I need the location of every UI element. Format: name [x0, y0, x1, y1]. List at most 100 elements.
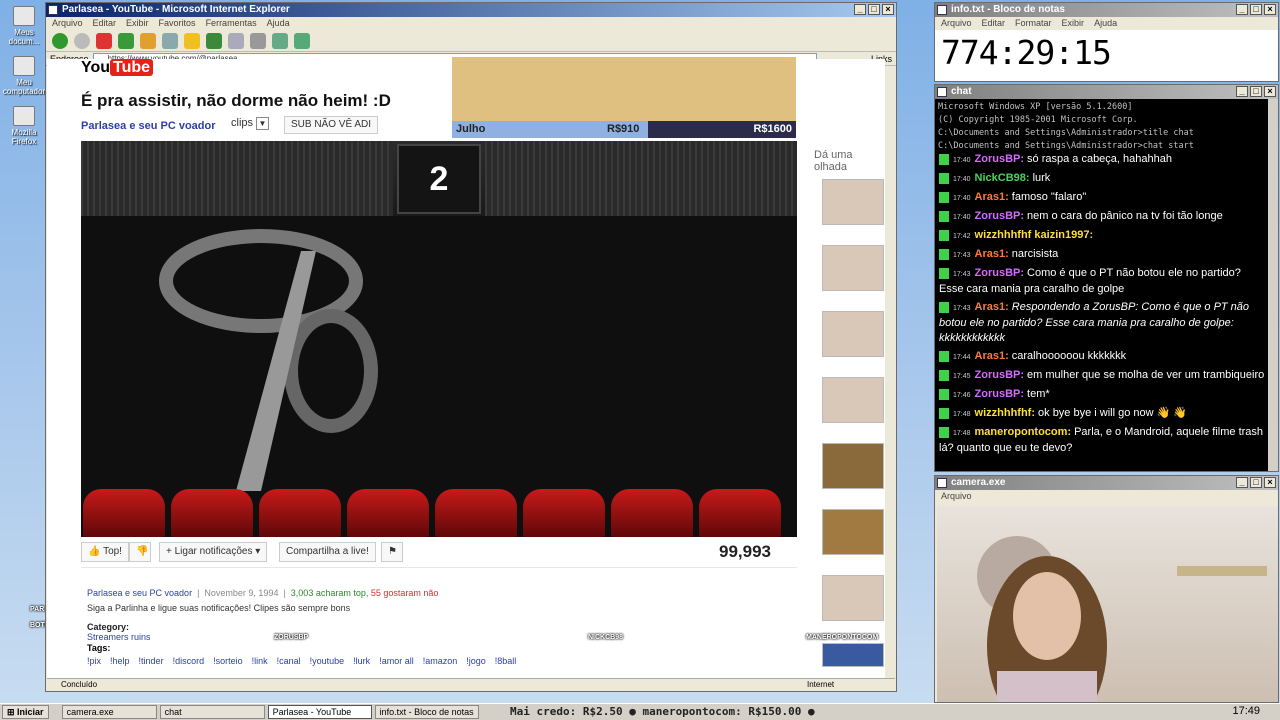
taskbar-item-ie[interactable]: Parlasea - YouTube: [267, 705, 372, 719]
minimize-button[interactable]: _: [1236, 4, 1248, 15]
chat-titlebar[interactable]: chat _ □ ×: [935, 85, 1278, 99]
notepad-titlebar[interactable]: info.txt - Bloco de notas _ □ ×: [935, 3, 1278, 17]
tag-link[interactable]: !youtube: [310, 656, 345, 666]
subscribe-button[interactable]: SUB NÃO VÊ ADI: [284, 116, 379, 134]
favorites-icon[interactable]: [184, 32, 200, 49]
close-button[interactable]: ×: [1264, 477, 1276, 488]
maximize-button[interactable]: □: [1250, 477, 1262, 488]
menu-editar[interactable]: Editar: [93, 17, 117, 30]
channel-link[interactable]: Parlasea e seu PC voador: [81, 120, 216, 132]
related-thumbnail[interactable]: [822, 643, 884, 667]
forward-icon[interactable]: [74, 32, 90, 49]
messenger-icon[interactable]: [294, 32, 310, 49]
home-icon[interactable]: [140, 32, 156, 49]
maximize-button[interactable]: □: [1250, 4, 1262, 15]
tag-link[interactable]: !link: [252, 656, 268, 666]
tag-link[interactable]: !sorteio: [213, 656, 243, 666]
desktop-icon-firefox[interactable]: Mozilla Firefox: [2, 106, 46, 146]
tag-link[interactable]: !lurk: [353, 656, 370, 666]
related-thumbnail[interactable]: [822, 245, 884, 291]
chat-scrollbar[interactable]: [1268, 99, 1278, 471]
chat-message: 17:45 ZorusBP: em mulher que se molha de v…: [937, 368, 1267, 384]
ie-titlebar[interactable]: Parlasea - YouTube - Microsoft Internet …: [46, 3, 896, 17]
close-button[interactable]: ×: [882, 4, 894, 15]
taskbar-item-camera[interactable]: camera.exe: [61, 705, 157, 719]
chat-username[interactable]: Aras1:: [975, 350, 1009, 362]
menu-editar[interactable]: Editar: [982, 17, 1006, 30]
chat-text: tem*: [1027, 388, 1050, 400]
taskbar-item-chat[interactable]: chat: [159, 705, 265, 719]
search-icon[interactable]: [162, 32, 178, 49]
related-thumbnail[interactable]: [822, 311, 884, 357]
tag-link[interactable]: !8ball: [495, 656, 517, 666]
mail-icon[interactable]: [228, 32, 244, 49]
close-button[interactable]: ×: [1264, 4, 1276, 15]
refresh-icon[interactable]: [118, 32, 134, 49]
menu-exibir[interactable]: Exibir: [1062, 17, 1085, 30]
chat-username[interactable]: ZorusBP:: [975, 153, 1025, 165]
related-thumbnail[interactable]: [822, 575, 884, 621]
chat-text: nem o cara do pânico na tv foi tão longe: [1027, 210, 1223, 222]
close-button[interactable]: ×: [1264, 86, 1276, 97]
related-thumbnail[interactable]: [822, 443, 884, 489]
chat-username[interactable]: maneropontocom:: [975, 426, 1072, 438]
chat-username[interactable]: Aras1:: [975, 301, 1009, 313]
related-thumbnail[interactable]: [822, 509, 884, 555]
chat-username[interactable]: ZorusBP:: [975, 267, 1025, 279]
minimize-button[interactable]: _: [1236, 477, 1248, 488]
maximize-button[interactable]: □: [1250, 86, 1262, 97]
meta-channel[interactable]: Parlasea e seu PC voador: [87, 588, 192, 598]
chat-username[interactable]: wizzhhhfhf kaizin1997:: [975, 229, 1094, 241]
menu-ajuda[interactable]: Ajuda: [1094, 17, 1117, 30]
desktop-icon-documents[interactable]: Meus docum...: [2, 6, 46, 46]
flag-button[interactable]: ⚑: [381, 542, 403, 562]
chat-username[interactable]: ZorusBP:: [975, 388, 1025, 400]
menu-arquivo[interactable]: Arquivo: [52, 17, 83, 30]
chat-username[interactable]: Aras1:: [975, 191, 1009, 203]
tag-link[interactable]: !jogo: [466, 656, 486, 666]
minimize-button[interactable]: _: [1236, 86, 1248, 97]
youtube-logo[interactable]: You Tube: [81, 59, 161, 79]
edit-icon[interactable]: [272, 32, 288, 49]
stop-icon[interactable]: [96, 32, 112, 49]
tag-link[interactable]: !discord: [173, 656, 205, 666]
related-thumbnail[interactable]: [822, 179, 884, 225]
print-icon[interactable]: [250, 32, 266, 49]
video-actions: 👍 Top! 👎 + Ligar notificações ▾ Comparti…: [81, 540, 797, 564]
share-button[interactable]: Compartilha a live!: [279, 542, 376, 562]
video-player[interactable]: 2: [81, 141, 797, 537]
notify-button[interactable]: + Ligar notificações ▾: [159, 542, 268, 562]
tag-link[interactable]: !pix: [87, 656, 101, 666]
start-button[interactable]: ⊞ Iniciar: [2, 705, 49, 719]
history-icon[interactable]: [206, 32, 222, 49]
menu-formatar[interactable]: Formatar: [1015, 17, 1052, 30]
minimize-button[interactable]: _: [854, 4, 866, 15]
tag-link[interactable]: !tinder: [139, 656, 164, 666]
chat-username[interactable]: wizzhhhfhf:: [975, 407, 1035, 419]
dislike-button[interactable]: 👎: [129, 542, 151, 562]
category-link[interactable]: Streamers ruins: [87, 632, 151, 642]
chat-username[interactable]: ZorusBP:: [975, 210, 1025, 222]
tag-link[interactable]: !canal: [277, 656, 301, 666]
maximize-button[interactable]: □: [868, 4, 880, 15]
tag-link[interactable]: !amazon: [423, 656, 458, 666]
chat-username[interactable]: ZorusBP:: [975, 369, 1025, 381]
chat-username[interactable]: Aras1:: [975, 248, 1009, 260]
menu-arquivo[interactable]: Arquivo: [941, 17, 972, 30]
chat-message: 17:43 ZorusBP: Como é que o PT não botou e…: [937, 266, 1267, 297]
taskbar-item-notepad[interactable]: info.txt - Bloco de notas: [374, 705, 479, 719]
chat-username[interactable]: NickCB98:: [975, 172, 1030, 184]
menu-ajuda[interactable]: Ajuda: [267, 17, 290, 30]
camera-titlebar[interactable]: camera.exe _ □ ×: [935, 476, 1278, 490]
tag-link[interactable]: !help: [110, 656, 130, 666]
related-thumbnail[interactable]: [822, 377, 884, 423]
menu-ferramentas[interactable]: Ferramentas: [206, 17, 257, 30]
clips-dropdown[interactable]: clips ▼: [231, 117, 270, 130]
like-button[interactable]: 👍 Top!: [81, 542, 129, 562]
menu-favoritos[interactable]: Favoritos: [159, 17, 196, 30]
menu-arquivo[interactable]: Arquivo: [941, 490, 972, 503]
tag-link[interactable]: !amor all: [379, 656, 414, 666]
menu-exibir[interactable]: Exibir: [126, 17, 149, 30]
back-icon[interactable]: [52, 32, 68, 49]
desktop-icon-computer[interactable]: Meu computador: [2, 56, 46, 96]
